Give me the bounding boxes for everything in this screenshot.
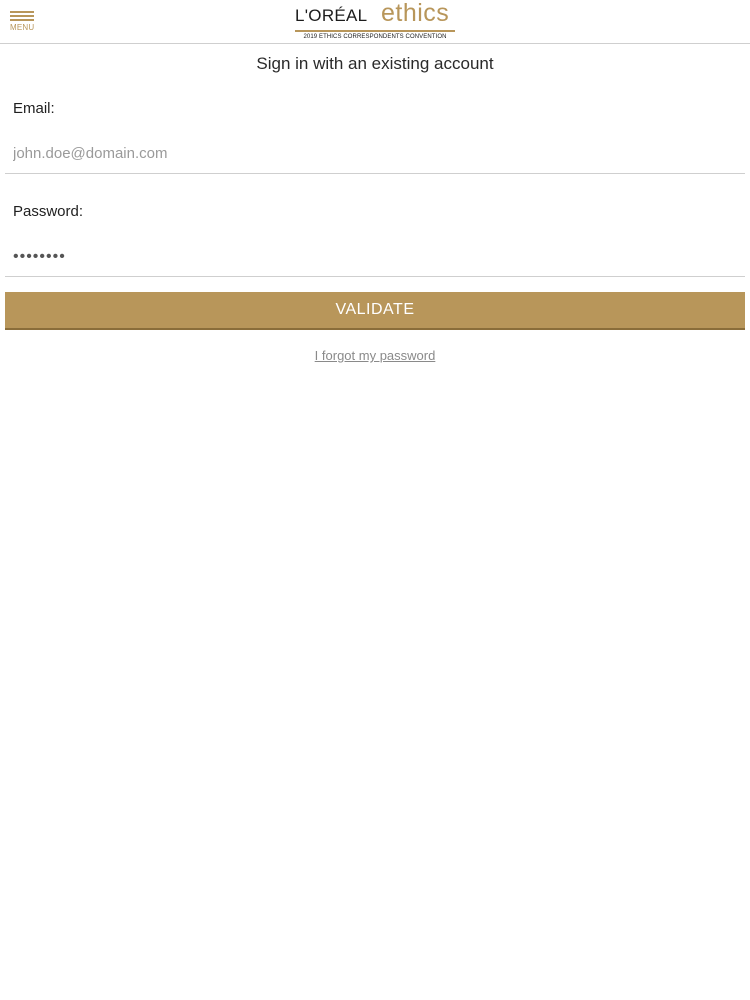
logo-divider xyxy=(295,30,455,32)
hamburger-icon-bar-1 xyxy=(10,11,34,13)
email-label: Email: xyxy=(13,100,55,117)
logo-tagline: 2019 ETHICS CORRESPONDENTS CONVENTION xyxy=(303,34,447,40)
app-header: MENU L'ORÉAL ethics 2019 ETHICS CORRESPO… xyxy=(0,0,750,44)
email-field[interactable] xyxy=(5,134,745,174)
forgot-password-container: I forgot my password xyxy=(0,348,750,363)
hamburger-icon-bar-2 xyxy=(10,15,34,17)
sign-in-page: MENU L'ORÉAL ethics 2019 ETHICS CORRESPO… xyxy=(0,0,750,1000)
menu-label: MENU xyxy=(10,23,35,32)
hamburger-icon-bar-3 xyxy=(10,19,34,21)
validate-button[interactable]: VALIDATE xyxy=(5,292,745,330)
forgot-password-link[interactable]: I forgot my password xyxy=(315,348,436,363)
logo-product-text: ethics xyxy=(381,0,450,27)
password-label: Password: xyxy=(13,203,84,220)
page-title: Sign in with an existing account xyxy=(256,54,494,73)
password-field[interactable] xyxy=(5,237,745,277)
logo-brand-text: L'ORÉAL xyxy=(295,6,368,25)
menu-button[interactable]: MENU xyxy=(8,9,36,35)
loreal-ethics-logo: L'ORÉAL ethics 2019 ETHICS CORRESPONDENT… xyxy=(294,0,458,43)
